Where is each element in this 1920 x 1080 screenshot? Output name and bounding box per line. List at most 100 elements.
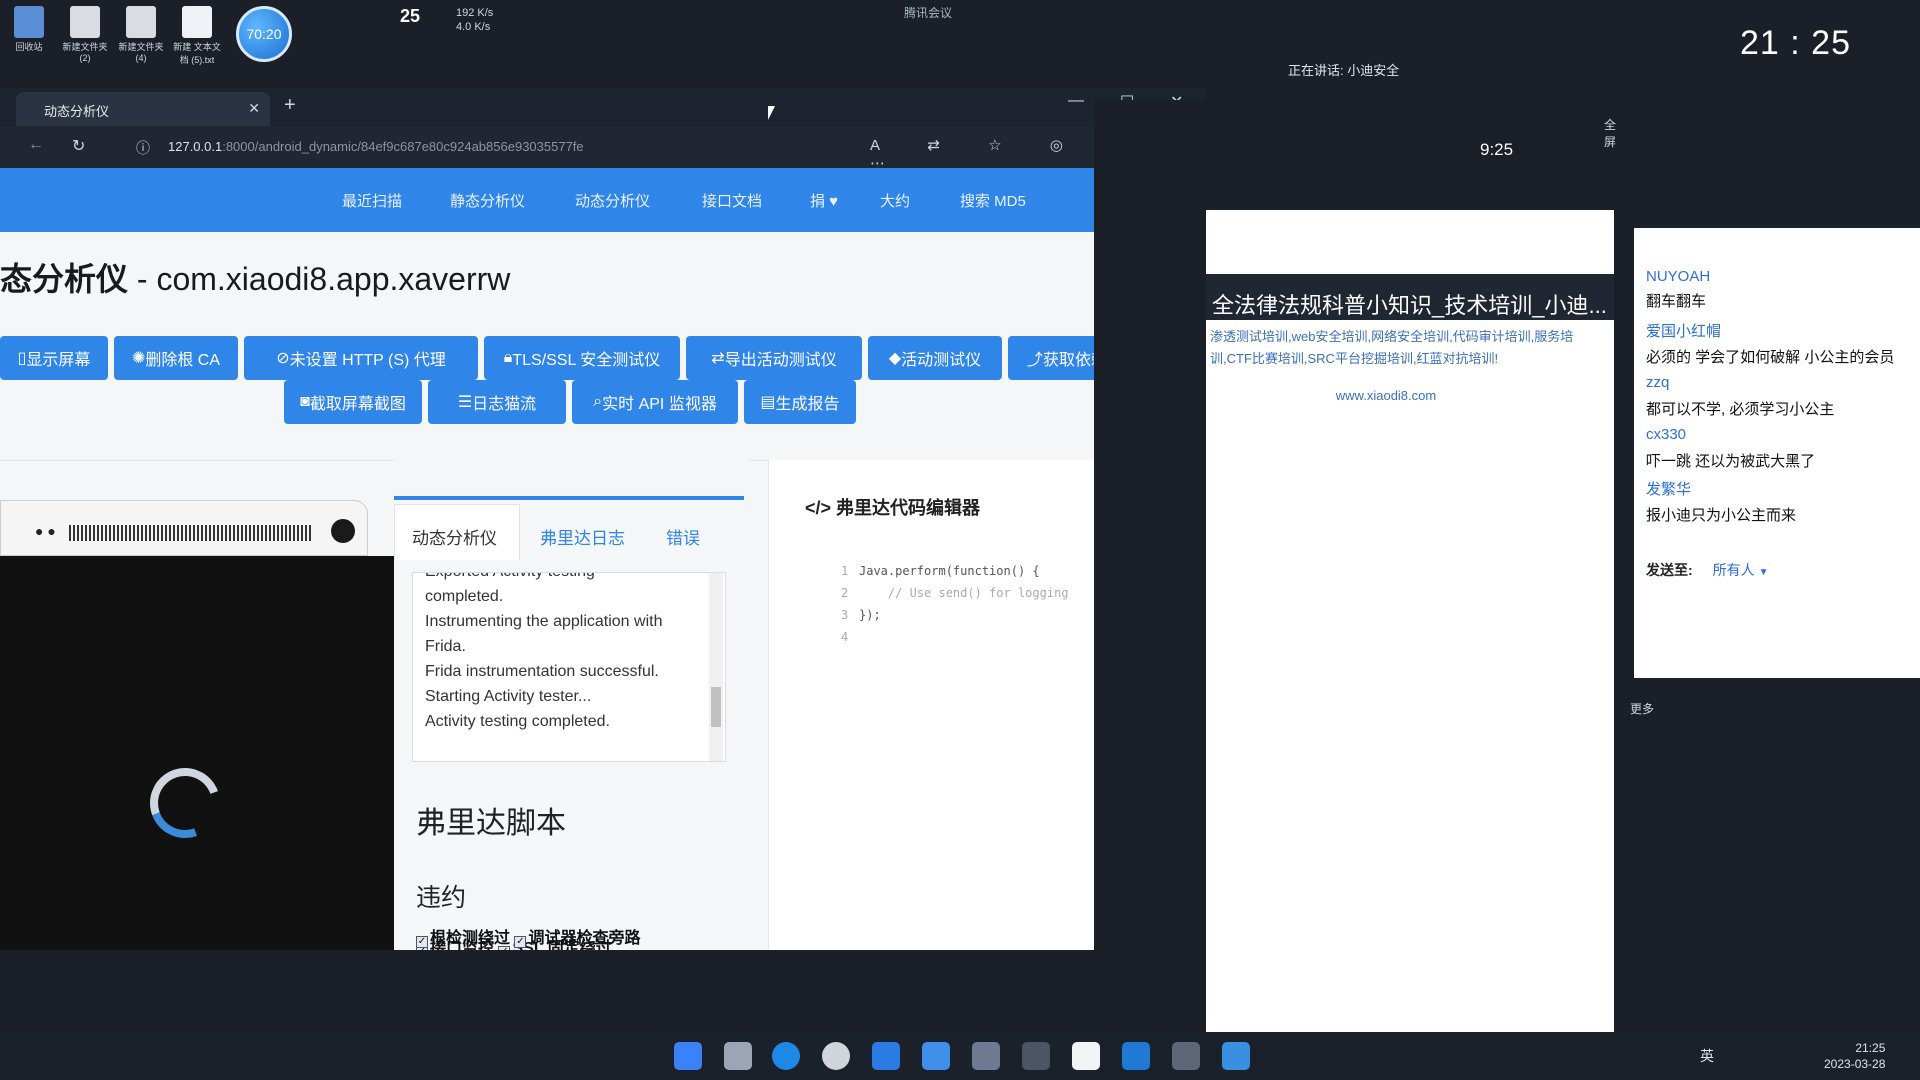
browser-tab[interactable]: 动态分析仪 ✕ [16, 92, 270, 126]
chrome-icon[interactable] [822, 1042, 850, 1070]
phone-sensor-icon: ● ● [35, 523, 56, 539]
log-output-textarea[interactable]: Exported Activity testing completed. Ins… [412, 572, 726, 762]
tab-frida-logs[interactable]: 弗里达日志 [540, 524, 625, 549]
title-bold: 态分析仪 [0, 261, 129, 297]
nav-about[interactable]: 大约 [880, 190, 910, 211]
input-language-indicator[interactable]: 英 [1700, 1046, 1714, 1066]
chat-message: 必须的 学会了如何破解 小公主的会员 [1646, 349, 1895, 366]
minimize-icon[interactable]: — [1068, 92, 1084, 110]
url-field[interactable]: ⓘ 127.0.0.1:8000/android_dynamic/84ef9c6… [120, 132, 860, 162]
desktop-icon-label: 新建文件夹 (2) [62, 42, 108, 63]
log-line: Starting Activity tester... [425, 688, 592, 705]
send-to-selector[interactable]: 发送至: 所有人 ▼ [1646, 560, 1769, 580]
unset-proxy-button[interactable]: ⊘ 未设置 HTTP (S) 代理 [244, 336, 478, 380]
app-icon[interactable] [872, 1042, 900, 1070]
analysis-panel: 动态分析仪 弗里达日志 错误 Exported Activity testing… [394, 460, 750, 950]
taskbar-clock[interactable]: 21:25 2023-03-28 [1824, 1040, 1885, 1072]
nav-donate[interactable]: 捐 ♥ [810, 190, 838, 211]
log-scroll-thumb[interactable] [711, 687, 721, 727]
nav-search[interactable]: 搜索 MD5 [960, 190, 1026, 211]
tab-dynamic-analyzer[interactable]: 动态分析仪 [412, 524, 497, 549]
nav-recent-scans[interactable]: 最近扫描 [342, 190, 402, 211]
tabs-accent-line [394, 496, 744, 500]
close-tab-icon[interactable]: ✕ [248, 100, 260, 117]
typora-icon[interactable] [1072, 1042, 1100, 1070]
editor-title-text: 弗里达代码编辑器 [836, 498, 981, 518]
code-line[interactable]: 4 [841, 630, 859, 644]
log-scrollbar[interactable] [709, 573, 723, 761]
net-meter-widget[interactable]: 70:20 [236, 6, 292, 62]
photos-icon[interactable] [922, 1042, 950, 1070]
video-toolbar: 全屏 [1204, 100, 1618, 210]
tab-title: 动态分析仪 [44, 104, 110, 119]
browser-window: 动态分析仪 ✕ + — ☐ ✕ ← ↻ ⓘ 127.0.0.1:8000/and… [0, 88, 1206, 950]
edge-icon[interactable] [772, 1042, 800, 1070]
fullscreen-label[interactable]: 全屏 [1604, 116, 1618, 150]
debugger-check-bypass-checkbox[interactable]: ✓ [514, 936, 527, 948]
package-name: - com.xiaodi8.app.xaverrw [136, 261, 511, 297]
exported-activity-tester-button[interactable]: ⇄ 导出活动测试仪 [686, 336, 862, 380]
mouse-cursor-icon [768, 106, 775, 120]
info-icon[interactable]: ⓘ [136, 138, 150, 158]
url-host: 127.0.0.1 [168, 139, 223, 154]
desktop-icon-label: 新建 文本文档 (5).txt [173, 42, 221, 65]
log-line: Exported Activity testing [413, 573, 725, 584]
frida-script-heading: 弗里达脚本 [416, 807, 566, 840]
net-meter-value: 70:20 [246, 26, 282, 42]
temperature-readout: 25 [400, 6, 421, 26]
new-tab-icon[interactable]: + [284, 94, 296, 117]
meeting-title: 腾讯会议 [904, 6, 953, 20]
tls-ssl-tester-button[interactable]: 🔒︎ TLS/SSL 安全测试仪 [484, 336, 680, 380]
start-icon[interactable] [674, 1042, 702, 1070]
nav-dynamic-analyzer[interactable]: 动态分析仪 [575, 190, 650, 211]
activity-tester-button[interactable]: ◆ 活动测试仪 [868, 336, 1002, 380]
taskbar-date: 2023-03-28 [1824, 1057, 1886, 1071]
device-screen[interactable] [0, 556, 394, 950]
generate-report-button[interactable]: ▤ 生成报告 [744, 380, 856, 424]
btn-label: 日志猫流 [472, 396, 537, 413]
url-path: :8000/android_dynamic/84ef9c687e80c924ab… [222, 139, 584, 154]
folder-glyph [70, 6, 100, 38]
file-explorer-icon[interactable] [724, 1042, 752, 1070]
default-heading: 违约 [416, 884, 467, 912]
meeting-app-icon[interactable] [1222, 1042, 1250, 1070]
tab-errors[interactable]: 错误 [666, 524, 700, 549]
code-line[interactable]: 3}); [841, 608, 881, 622]
send-to-value[interactable]: 所有人 [1713, 562, 1755, 578]
speaking-indicator: 正在讲话: 小迪安全 [1288, 63, 1400, 78]
nav-api-docs[interactable]: 接口文档 [702, 190, 762, 211]
desktop-icon-label: 新建文件夹 (4) [118, 42, 164, 63]
taskbar-time: 21:25 [1855, 1041, 1886, 1055]
meeting-clock: 21 : 25 [1740, 24, 1851, 62]
reload-icon[interactable]: ↻ [72, 136, 85, 156]
folder-icon[interactable]: 新建文件夹 (4) [116, 6, 166, 63]
video-url: www.xiaodi8.com [1335, 388, 1437, 403]
chevron-down-icon[interactable]: ▼ [1759, 567, 1769, 578]
logcat-stream-button[interactable]: ☰ 日志猫流 [428, 380, 566, 424]
take-screenshot-button[interactable]: ◙ 截取屏幕截图 [284, 380, 422, 424]
shared-screen: 全法律法规科普小知识_技术培训_小迪... 渗透测试培训,web安全培训,网络安… [1206, 210, 1614, 1080]
more-label[interactable]: 更多 [1630, 700, 1654, 717]
terminal-icon[interactable] [1172, 1042, 1200, 1070]
app-icon[interactable] [1022, 1042, 1050, 1070]
btn-label: 未设置 HTTP (S) 代理 [289, 352, 446, 369]
phone-speaker-grill [69, 525, 313, 541]
code-text: }); [859, 608, 881, 622]
back-icon[interactable]: ← [28, 136, 44, 154]
folder-icon[interactable]: 新建文件夹 (2) [60, 6, 110, 63]
show-screen-button[interactable]: ▯ 显示屏幕 [0, 336, 108, 380]
app-icon[interactable] [972, 1042, 1000, 1070]
root-detection-bypass-checkbox[interactable]: ✓ [416, 936, 428, 948]
checkbox-row-2: ✓ 根检测绕过 ✓ 调试器检查旁路 [416, 924, 640, 948]
recycle-bin-icon[interactable]: 回收站 [4, 6, 54, 53]
nav-static-analyzer[interactable]: 静态分析仪 [450, 190, 525, 211]
code-line[interactable]: 1 Java.perform(function() { [841, 564, 1040, 578]
code-line[interactable]: 2 // Use send() for logging [841, 586, 1069, 600]
code-icon: </> [805, 498, 832, 518]
btn-label: TLS/SSL 安全测试仪 [512, 352, 661, 369]
text-file-icon[interactable]: 新建 文本文档 (5).txt [172, 6, 222, 66]
video-banner: 渗透测试培训,web安全培训,网络安全培训,代码审计培训,服务培训,CTF比赛培… [1210, 329, 1574, 366]
vscode-icon[interactable] [1122, 1042, 1150, 1070]
remove-root-ca-button[interactable]: ✺ 删除根 CA [114, 336, 238, 380]
live-api-monitor-button[interactable]: ⌕ 实时 API 监视器 [572, 380, 738, 424]
